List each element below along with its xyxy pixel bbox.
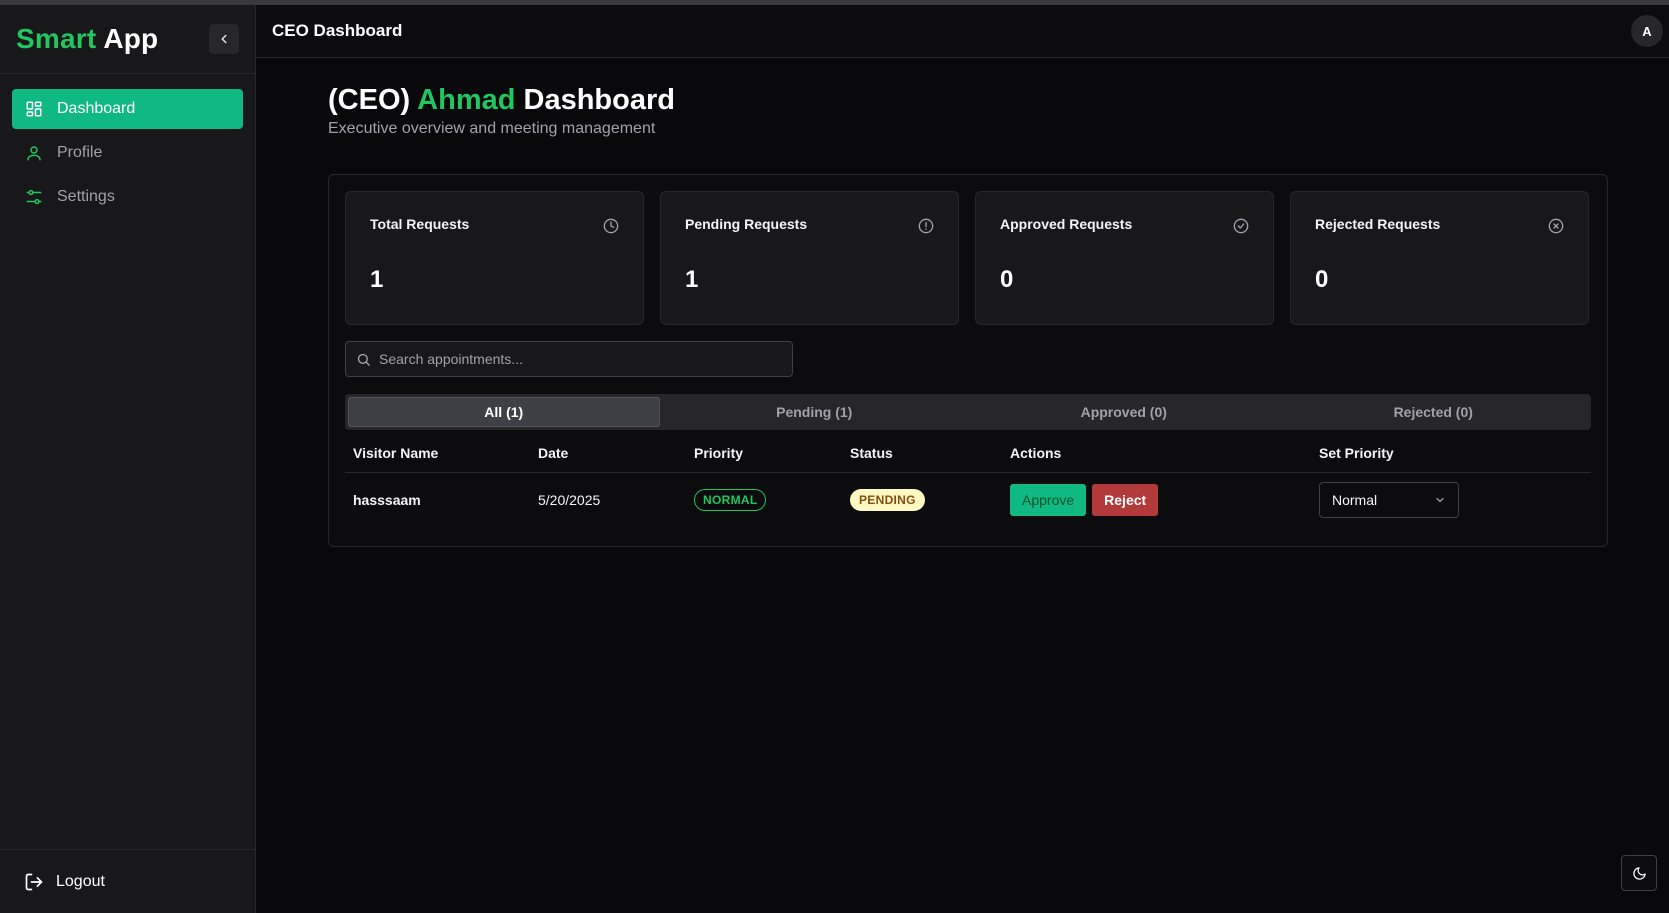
collapse-sidebar-button[interactable] <box>209 24 239 54</box>
priority-select[interactable]: Normal <box>1319 482 1459 518</box>
chevron-down-icon <box>1436 497 1444 503</box>
user-icon <box>25 144 43 162</box>
tab-rejected[interactable]: Rejected (0) <box>1279 397 1589 427</box>
top-header: CEO Dashboard A <box>256 5 1669 58</box>
title-suffix: Dashboard <box>523 84 675 116</box>
tab-all[interactable]: All (1) <box>348 397 660 427</box>
sidebar: Smart App Dashboard Profile Settings Log… <box>0 5 256 913</box>
appointments-table: Visitor Name Date Priority Status Action… <box>345 433 1591 527</box>
column-header[interactable]: Visitor Name <box>345 445 530 461</box>
approve-button[interactable]: Approve <box>1010 484 1087 516</box>
page-title: (CEO) Ahmad Dashboard <box>328 80 1608 120</box>
stat-label: Approved Requests <box>1000 216 1133 232</box>
tab-approved[interactable]: Approved (0) <box>969 397 1279 427</box>
stat-card-total: Total Requests 1 <box>345 191 644 325</box>
dashboard-panel: Total Requests 1 Pending Requests 1 Appr… <box>328 174 1608 547</box>
stat-card-approved: Approved Requests 0 <box>975 191 1274 325</box>
date-cell: 5/20/2025 <box>538 492 601 508</box>
avatar[interactable]: A <box>1631 15 1663 47</box>
sidebar-item-settings[interactable]: Settings <box>12 177 243 217</box>
column-header[interactable]: Priority <box>686 445 842 461</box>
search-box <box>345 341 793 377</box>
status-cell: PENDING <box>842 489 1002 511</box>
priority-badge: NORMAL <box>694 489 767 511</box>
column-header[interactable]: Set Priority <box>1311 445 1591 461</box>
brand-row: Smart App <box>0 5 255 74</box>
brand-part1: Smart <box>16 23 97 54</box>
theme-toggle-button[interactable] <box>1621 855 1657 891</box>
table-row: hasssaam 5/20/2025 NORMAL PENDING Approv… <box>345 473 1591 527</box>
sidebar-item-label: Profile <box>57 144 103 161</box>
chevron-left-icon <box>221 34 227 44</box>
sidebar-nav: Dashboard Profile Settings <box>0 74 255 236</box>
sidebar-item-profile[interactable]: Profile <box>12 133 243 173</box>
page-subtitle: Executive overview and meeting managemen… <box>328 120 656 137</box>
stat-value: 1 <box>685 266 699 293</box>
stat-label: Pending Requests <box>685 216 808 232</box>
stat-value: 0 <box>1000 266 1014 293</box>
sidebar-item-label: Settings <box>57 188 115 205</box>
brand-logo[interactable]: Smart App <box>16 23 158 55</box>
actions-cell: Approve Reject <box>1002 484 1311 516</box>
sidebar-item-label: Dashboard <box>57 100 136 117</box>
stat-card-pending: Pending Requests 1 <box>660 191 959 325</box>
title-prefix: (CEO) <box>328 84 411 116</box>
stat-value: 0 <box>1315 266 1329 293</box>
column-header[interactable]: Status <box>842 445 1002 461</box>
stats-cards: Total Requests 1 Pending Requests 1 Appr… <box>345 191 1589 325</box>
priority-cell: NORMAL <box>686 489 842 511</box>
stat-card-rejected: Rejected Requests 0 <box>1290 191 1589 325</box>
column-header[interactable]: Date <box>530 445 686 461</box>
moon-icon <box>1632 866 1646 880</box>
logout-label: Logout <box>56 872 105 890</box>
visitor-name: hasssaam <box>345 492 530 508</box>
reject-button[interactable]: Reject <box>1092 484 1159 516</box>
stat-label: Total Requests <box>370 216 470 232</box>
set-priority-cell: Normal <box>1311 482 1591 518</box>
header-title: CEO Dashboard <box>272 21 403 40</box>
tab-pending[interactable]: Pending (1) <box>660 397 970 427</box>
search-icon <box>357 353 370 366</box>
table-header: Visitor Name Date Priority Status Action… <box>345 433 1591 473</box>
search-input[interactable] <box>379 351 779 367</box>
alert-circle-icon <box>918 218 934 234</box>
main-content: (CEO) Ahmad Dashboard Executive overview… <box>328 80 1608 547</box>
check-circle-icon <box>1233 218 1249 234</box>
brand-part2: App <box>103 23 159 54</box>
clock-icon <box>603 218 619 234</box>
logout-button[interactable]: Logout <box>24 872 105 892</box>
priority-select-value: Normal <box>1332 492 1378 508</box>
status-badge: PENDING <box>850 489 925 511</box>
sliders-icon <box>25 188 43 206</box>
dashboard-grid-icon <box>25 100 43 118</box>
visitor-name-text: hasssaam <box>353 492 421 508</box>
logout-icon <box>24 872 44 892</box>
x-circle-icon <box>1548 218 1564 234</box>
stat-value: 1 <box>370 266 384 293</box>
stat-label: Rejected Requests <box>1315 216 1441 232</box>
sidebar-item-dashboard[interactable]: Dashboard <box>12 89 243 129</box>
column-header[interactable]: Actions <box>1002 445 1311 461</box>
title-name: Ahmad <box>417 84 516 116</box>
sidebar-footer: Logout <box>0 849 255 913</box>
status-tabs: All (1) Pending (1) Approved (0) Rejecte… <box>345 394 1591 430</box>
